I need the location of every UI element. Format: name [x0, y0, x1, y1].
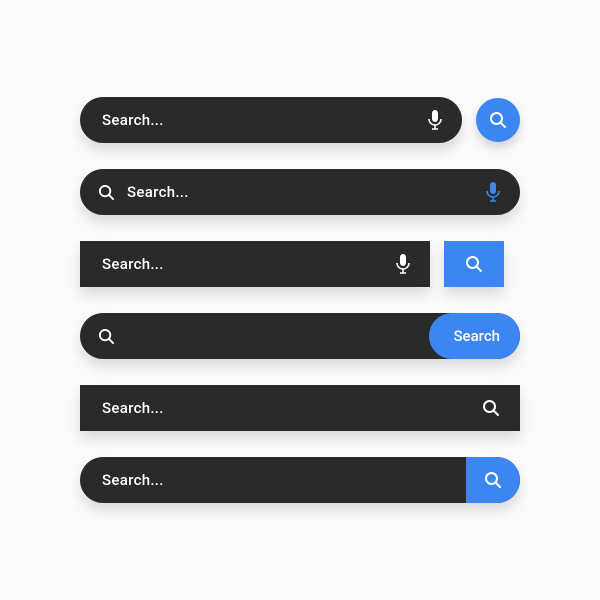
search-bar[interactable]: Search...	[80, 97, 462, 143]
search-placeholder: Search...	[80, 399, 482, 417]
search-bar[interactable]: Search...	[80, 241, 430, 287]
search-placeholder: Search...	[115, 183, 486, 201]
search-bar[interactable]: Search...	[80, 385, 520, 431]
search-icon	[98, 184, 115, 201]
search-button[interactable]	[444, 241, 504, 287]
search-variant-1: Search...	[80, 97, 520, 143]
search-variant-6: Search...	[80, 457, 520, 503]
search-icon	[98, 328, 115, 345]
search-placeholder: Search...	[80, 255, 396, 273]
mic-icon[interactable]	[428, 110, 442, 130]
search-icon	[465, 255, 483, 273]
mic-icon[interactable]	[396, 254, 410, 274]
search-icon[interactable]	[482, 399, 500, 417]
search-variant-5: Search...	[80, 385, 520, 431]
search-button[interactable]: Search	[429, 313, 520, 359]
search-variant-3: Search...	[80, 241, 520, 287]
search-button[interactable]	[466, 457, 520, 503]
search-placeholder: Search...	[80, 471, 520, 489]
mic-icon[interactable]	[486, 182, 500, 202]
search-bar[interactable]: Search...	[80, 457, 520, 503]
search-icon	[484, 471, 502, 489]
search-variant-4: Search	[80, 313, 520, 359]
search-bar[interactable]: Search	[80, 313, 520, 359]
search-button[interactable]	[476, 98, 520, 142]
search-placeholder: Search...	[80, 111, 428, 129]
search-icon	[489, 111, 507, 129]
search-bar[interactable]: Search...	[80, 169, 520, 215]
search-variant-2: Search...	[80, 169, 520, 215]
search-button-label: Search	[453, 327, 500, 345]
